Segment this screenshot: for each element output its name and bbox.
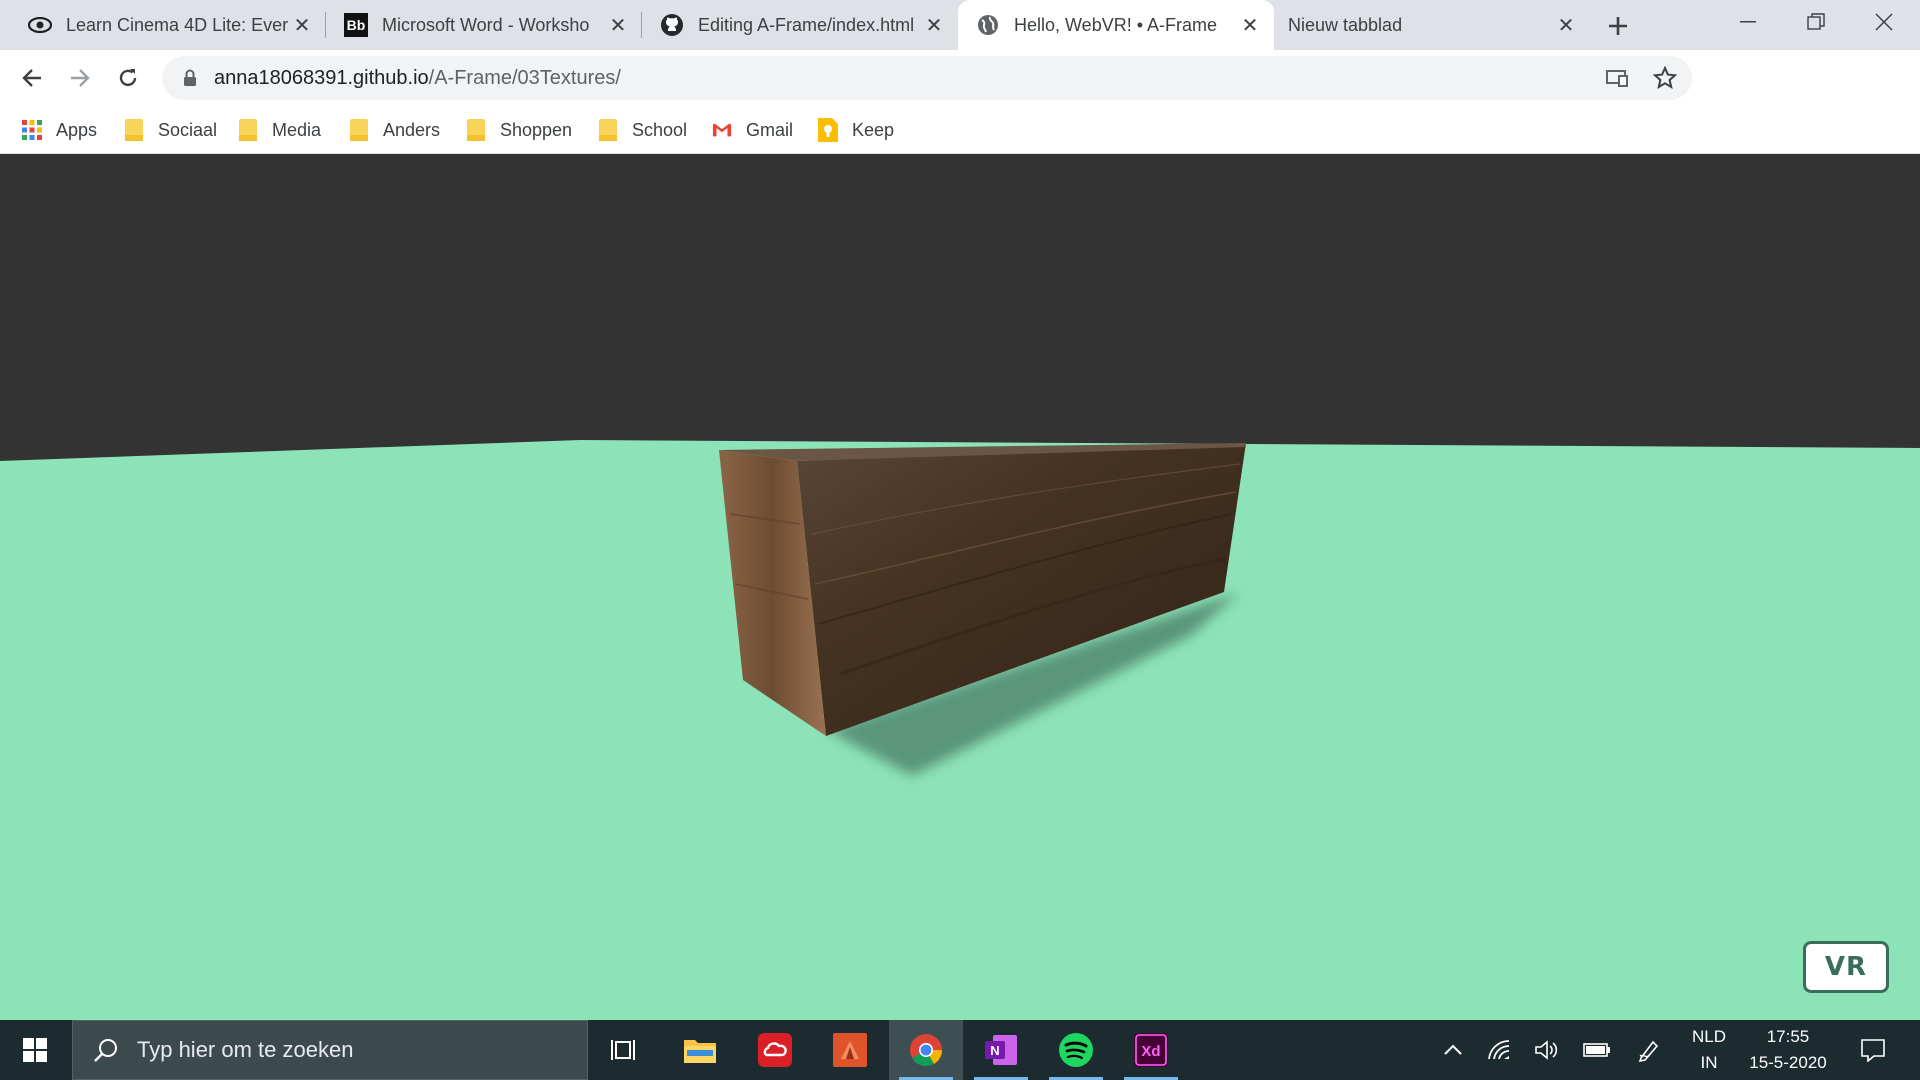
clock[interactable]: 17:55 15-5-2020 bbox=[1740, 1020, 1836, 1080]
search-placeholder: Typ hier om te zoeken bbox=[137, 1037, 354, 1062]
close-tab-icon[interactable]: ✕ bbox=[1552, 11, 1580, 39]
windows-logo-icon bbox=[23, 1038, 47, 1062]
input-mode: IN bbox=[1700, 1053, 1718, 1072]
bookmark-folder-school[interactable]: School bbox=[598, 116, 687, 144]
folder-icon bbox=[124, 119, 144, 141]
tab-github[interactable]: Editing A-Frame/index.html ✕ bbox=[642, 0, 958, 50]
folder-icon bbox=[349, 119, 369, 141]
url-text[interactable]: anna18068391.github.io/A-Frame/03Texture… bbox=[214, 67, 621, 90]
bookmark-label: School bbox=[632, 119, 688, 140]
adobe-xd-icon[interactable]: Xd bbox=[1114, 1020, 1188, 1080]
keep-icon bbox=[818, 118, 838, 142]
blackboard-icon: Bb bbox=[344, 13, 368, 37]
globe-icon bbox=[976, 13, 1000, 37]
gmail-icon bbox=[712, 119, 732, 141]
bookmark-apps[interactable]: Apps bbox=[22, 116, 97, 144]
close-tab-icon[interactable]: ✕ bbox=[1236, 11, 1264, 39]
eye-icon bbox=[28, 13, 52, 37]
onenote-icon[interactable]: N bbox=[964, 1020, 1038, 1080]
language-code: NLD bbox=[1691, 1027, 1726, 1046]
new-tab-button[interactable] bbox=[1597, 8, 1639, 44]
windows-taskbar: Typ hier om te zoeken N Xd NLD IN 17:55 … bbox=[0, 1020, 1920, 1080]
notification-center-icon[interactable] bbox=[1850, 1020, 1896, 1080]
folder-icon bbox=[466, 119, 486, 141]
clock-time: 17:55 bbox=[1766, 1027, 1810, 1046]
url-host: anna18068391.github.io bbox=[214, 66, 429, 89]
tab-strip: Learn Cinema 4D Lite: Every ✕ Bb Microso… bbox=[0, 0, 1920, 50]
task-view-icon[interactable] bbox=[587, 1020, 661, 1080]
folder-icon bbox=[238, 119, 258, 141]
bookmark-label: Shoppen bbox=[500, 119, 573, 140]
bookmark-keep[interactable]: Keep bbox=[818, 116, 894, 144]
github-icon bbox=[660, 13, 684, 37]
browser-toolbar: anna18068391.github.io/A-Frame/03Texture… bbox=[0, 50, 1920, 143]
svg-text:Xd: Xd bbox=[1141, 1043, 1160, 1060]
taskbar-search[interactable]: Typ hier om te zoeken bbox=[72, 1020, 588, 1080]
forward-button[interactable] bbox=[60, 58, 100, 98]
apps-grid-icon bbox=[22, 119, 42, 141]
start-button[interactable] bbox=[0, 1020, 70, 1080]
pen-icon[interactable] bbox=[1632, 1020, 1666, 1080]
bookmark-label: Media bbox=[272, 119, 322, 140]
bookmark-label: Sociaal bbox=[158, 119, 218, 140]
tab-title: Hello, WebVR! • A-Frame bbox=[1014, 14, 1218, 35]
vr-mode-button[interactable]: VR bbox=[1803, 941, 1889, 993]
file-explorer-icon[interactable] bbox=[663, 1020, 737, 1080]
bookmark-label: Apps bbox=[56, 119, 98, 140]
search-icon bbox=[91, 1035, 121, 1065]
bookmark-star-icon[interactable] bbox=[1650, 64, 1680, 92]
volume-icon[interactable] bbox=[1530, 1020, 1564, 1080]
bookmark-gmail[interactable]: Gmail bbox=[712, 116, 793, 144]
lock-icon[interactable] bbox=[180, 68, 200, 88]
close-tab-icon[interactable]: ✕ bbox=[604, 11, 632, 39]
bookmark-label: Gmail bbox=[746, 119, 794, 140]
spotify-icon[interactable] bbox=[1039, 1020, 1113, 1080]
bookmarks-bar: Apps Sociaal Media Anders Shoppen School… bbox=[0, 106, 1920, 154]
tab-title: Microsoft Word - Worksho bbox=[382, 14, 590, 35]
bookmark-label: Anders bbox=[383, 119, 441, 140]
input-language[interactable]: NLD IN bbox=[1680, 1020, 1738, 1080]
vr-button-label: VR bbox=[1824, 952, 1868, 982]
creative-cloud-icon[interactable] bbox=[738, 1020, 812, 1080]
cast-icon[interactable] bbox=[1602, 64, 1632, 92]
affinity-icon[interactable] bbox=[813, 1020, 887, 1080]
bookmark-folder-sociaal[interactable]: Sociaal bbox=[124, 116, 217, 144]
tab-word[interactable]: Bb Microsoft Word - Worksho ✕ bbox=[326, 0, 642, 50]
close-window-button[interactable] bbox=[1850, 0, 1918, 44]
tab-aframe[interactable]: Hello, WebVR! • A-Frame ✕ bbox=[958, 0, 1274, 50]
svg-text:N: N bbox=[990, 1043, 999, 1058]
close-tab-icon[interactable]: ✕ bbox=[288, 11, 316, 39]
tab-title: Editing A-Frame/index.html bbox=[698, 14, 915, 35]
battery-icon[interactable] bbox=[1578, 1020, 1616, 1080]
tab-title: Learn Cinema 4D Lite: Every bbox=[66, 14, 288, 35]
address-bar[interactable]: anna18068391.github.io/A-Frame/03Texture… bbox=[162, 56, 1692, 100]
back-button[interactable] bbox=[12, 58, 52, 98]
restore-button[interactable] bbox=[1782, 0, 1850, 44]
aframe-scene[interactable]: VR bbox=[0, 154, 1920, 1020]
bookmark-label: Keep bbox=[852, 119, 895, 140]
url-path: /A-Frame/03Textures/ bbox=[428, 66, 621, 89]
bookmark-folder-anders[interactable]: Anders bbox=[349, 116, 440, 144]
folder-icon bbox=[598, 119, 618, 141]
wifi-icon[interactable] bbox=[1482, 1020, 1516, 1080]
clock-date: 15-5-2020 bbox=[1749, 1053, 1827, 1072]
bookmark-folder-media[interactable]: Media bbox=[238, 116, 321, 144]
show-hidden-icons-chevron[interactable] bbox=[1436, 1020, 1470, 1080]
close-tab-icon[interactable]: ✕ bbox=[920, 11, 948, 39]
tab-title: Nieuw tabblad bbox=[1288, 14, 1403, 35]
bookmark-folder-shoppen[interactable]: Shoppen bbox=[466, 116, 572, 144]
tab-new[interactable]: Nieuw tabblad ✕ bbox=[1274, 0, 1590, 50]
reload-button[interactable] bbox=[108, 58, 148, 98]
minimize-button[interactable] bbox=[1714, 0, 1782, 44]
chrome-icon[interactable] bbox=[889, 1020, 963, 1080]
scene-canvas[interactable] bbox=[0, 154, 1920, 1020]
tab-cinema4d[interactable]: Learn Cinema 4D Lite: Every ✕ bbox=[10, 0, 326, 50]
